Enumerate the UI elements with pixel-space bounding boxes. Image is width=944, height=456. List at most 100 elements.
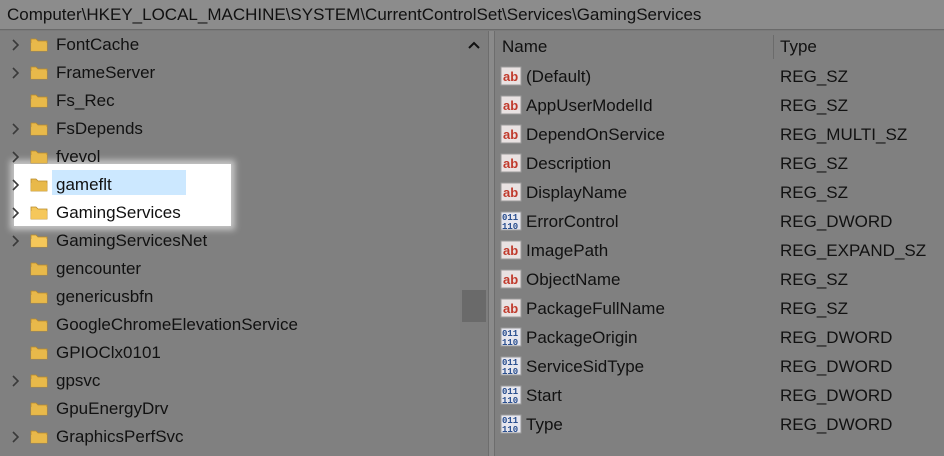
chevron-right-icon[interactable] — [9, 121, 23, 137]
value-name: ImagePath — [526, 241, 609, 260]
chevron-right-icon[interactable] — [9, 205, 23, 221]
tree-item[interactable]: FsDepends — [0, 115, 460, 143]
tree-item[interactable]: Fs_Rec — [0, 87, 460, 115]
chevron-right-icon[interactable] — [9, 149, 23, 165]
value-type: REG_MULTI_SZ — [780, 125, 908, 144]
value-row[interactable]: ab ImagePath REG_EXPAND_SZ — [495, 236, 944, 265]
svg-text:110: 110 — [502, 367, 518, 376]
value-name: DisplayName — [526, 183, 628, 202]
value-type: REG_DWORD — [780, 328, 893, 347]
chevron-right-icon[interactable] — [9, 177, 23, 193]
value-row[interactable]: ab DisplayName REG_SZ — [495, 178, 944, 207]
value-row[interactable]: 011 110 Start REG_DWORD — [495, 381, 944, 410]
tree-item-label: gencounter — [56, 259, 142, 278]
value-type: REG_DWORD — [780, 386, 893, 405]
binary-value-icon: 011 110 — [500, 211, 522, 232]
folder-icon — [30, 316, 48, 333]
value-row[interactable]: ab AppUserModelId REG_SZ — [495, 91, 944, 120]
tree-item-label: GraphicsPerfSvc — [56, 427, 184, 446]
value-row[interactable]: 011 110 PackageOrigin REG_DWORD — [495, 323, 944, 352]
tree-item-label: GamingServicesNet — [56, 231, 208, 250]
value-type: REG_DWORD — [780, 357, 893, 376]
value-row[interactable]: 011 110 ErrorControl REG_DWORD — [495, 207, 944, 236]
chevron-right-icon[interactable] — [9, 373, 23, 389]
value-name: ErrorControl — [526, 212, 619, 231]
pane-splitter[interactable] — [488, 31, 495, 456]
tree-item-label: FsDepends — [56, 119, 143, 138]
value-row[interactable]: ab ObjectName REG_SZ — [495, 265, 944, 294]
tree-item-label: gpsvc — [56, 371, 101, 390]
tree-item[interactable]: gpsvc — [0, 367, 460, 395]
value-name: PackageOrigin — [526, 328, 638, 347]
tree-item[interactable]: gencounter — [0, 255, 460, 283]
column-header-name[interactable]: Name — [495, 31, 773, 61]
chevron-right-icon[interactable] — [9, 65, 23, 81]
svg-text:ab: ab — [503, 243, 518, 258]
tree-item-label: genericusbfn — [56, 287, 154, 306]
svg-text:ab: ab — [503, 69, 518, 84]
svg-text:ab: ab — [503, 272, 518, 287]
tree-item[interactable]: GraphicsPerfSvc — [0, 423, 460, 451]
value-name: ServiceSidType — [526, 357, 645, 376]
scroll-up-button[interactable] — [460, 31, 488, 59]
folder-icon — [30, 232, 48, 249]
tree-item-label: GamingServices — [56, 203, 181, 222]
value-row[interactable]: ab (Default) REG_SZ — [495, 62, 944, 91]
tree-item[interactable]: GPIOClx0101 — [0, 339, 460, 367]
folder-icon — [30, 64, 48, 81]
chevron-right-icon[interactable] — [9, 429, 23, 445]
value-name: Start — [526, 386, 562, 405]
folder-icon — [30, 400, 48, 417]
chevron-right-icon[interactable] — [9, 37, 23, 53]
tree-item[interactable]: FrameServer — [0, 59, 460, 87]
tree-item-label: FrameServer — [56, 63, 156, 82]
binary-value-icon: 011 110 — [500, 385, 522, 406]
value-type: REG_SZ — [780, 270, 849, 289]
string-value-icon: ab — [500, 182, 522, 202]
value-row[interactable]: ab PackageFullName REG_SZ — [495, 294, 944, 323]
svg-text:ab: ab — [503, 98, 518, 113]
folder-icon — [30, 36, 48, 53]
svg-text:110: 110 — [502, 425, 518, 434]
value-type: REG_SZ — [780, 67, 849, 86]
string-value-icon: ab — [500, 124, 522, 144]
tree-item[interactable]: genericusbfn — [0, 283, 460, 311]
tree-item[interactable]: gameflt — [0, 171, 460, 199]
tree-item[interactable]: FontCache — [0, 31, 460, 59]
tree-item-label: FontCache — [56, 35, 140, 54]
value-row[interactable]: 011 110 ServiceSidType REG_DWORD — [495, 352, 944, 381]
value-row[interactable]: ab Description REG_SZ — [495, 149, 944, 178]
folder-icon — [30, 288, 48, 305]
tree-item-label: GoogleChromeElevationService — [56, 315, 298, 334]
column-header-type[interactable]: Type — [773, 31, 944, 61]
binary-value-icon: 011 110 — [500, 356, 522, 377]
tree-item[interactable]: GamingServicesNet — [0, 227, 460, 255]
svg-text:110: 110 — [502, 396, 518, 405]
string-value-icon: ab — [500, 298, 522, 318]
value-row[interactable]: 011 110 Type REG_DWORD — [495, 410, 944, 439]
string-value-icon: ab — [500, 66, 522, 86]
value-type: REG_SZ — [780, 154, 849, 173]
string-value-icon: ab — [500, 95, 522, 115]
tree-item[interactable]: GoogleChromeElevationService — [0, 311, 460, 339]
value-type: REG_SZ — [780, 183, 849, 202]
value-type: REG_SZ — [780, 299, 849, 318]
scroll-thumb[interactable] — [462, 290, 486, 322]
svg-text:ab: ab — [503, 156, 518, 171]
tree-scrollbar[interactable] — [460, 31, 488, 456]
value-name: AppUserModelId — [526, 96, 653, 115]
svg-text:ab: ab — [503, 185, 518, 200]
tree-item[interactable]: fvevol — [0, 143, 460, 171]
string-value-icon: ab — [500, 240, 522, 260]
chevron-right-icon[interactable] — [9, 233, 23, 249]
tree-item[interactable]: GamingServices — [0, 199, 460, 227]
folder-icon — [30, 92, 48, 109]
folder-icon — [30, 428, 48, 445]
value-type: REG_SZ — [780, 96, 849, 115]
tree-item[interactable]: GpuEnergyDrv — [0, 395, 460, 423]
value-name: ObjectName — [526, 270, 621, 289]
value-name: (Default) — [526, 67, 592, 86]
address-bar[interactable]: Computer\HKEY_LOCAL_MACHINE\SYSTEM\Curre… — [0, 0, 944, 30]
value-row[interactable]: ab DependOnService REG_MULTI_SZ — [495, 120, 944, 149]
value-type: REG_DWORD — [780, 212, 893, 231]
